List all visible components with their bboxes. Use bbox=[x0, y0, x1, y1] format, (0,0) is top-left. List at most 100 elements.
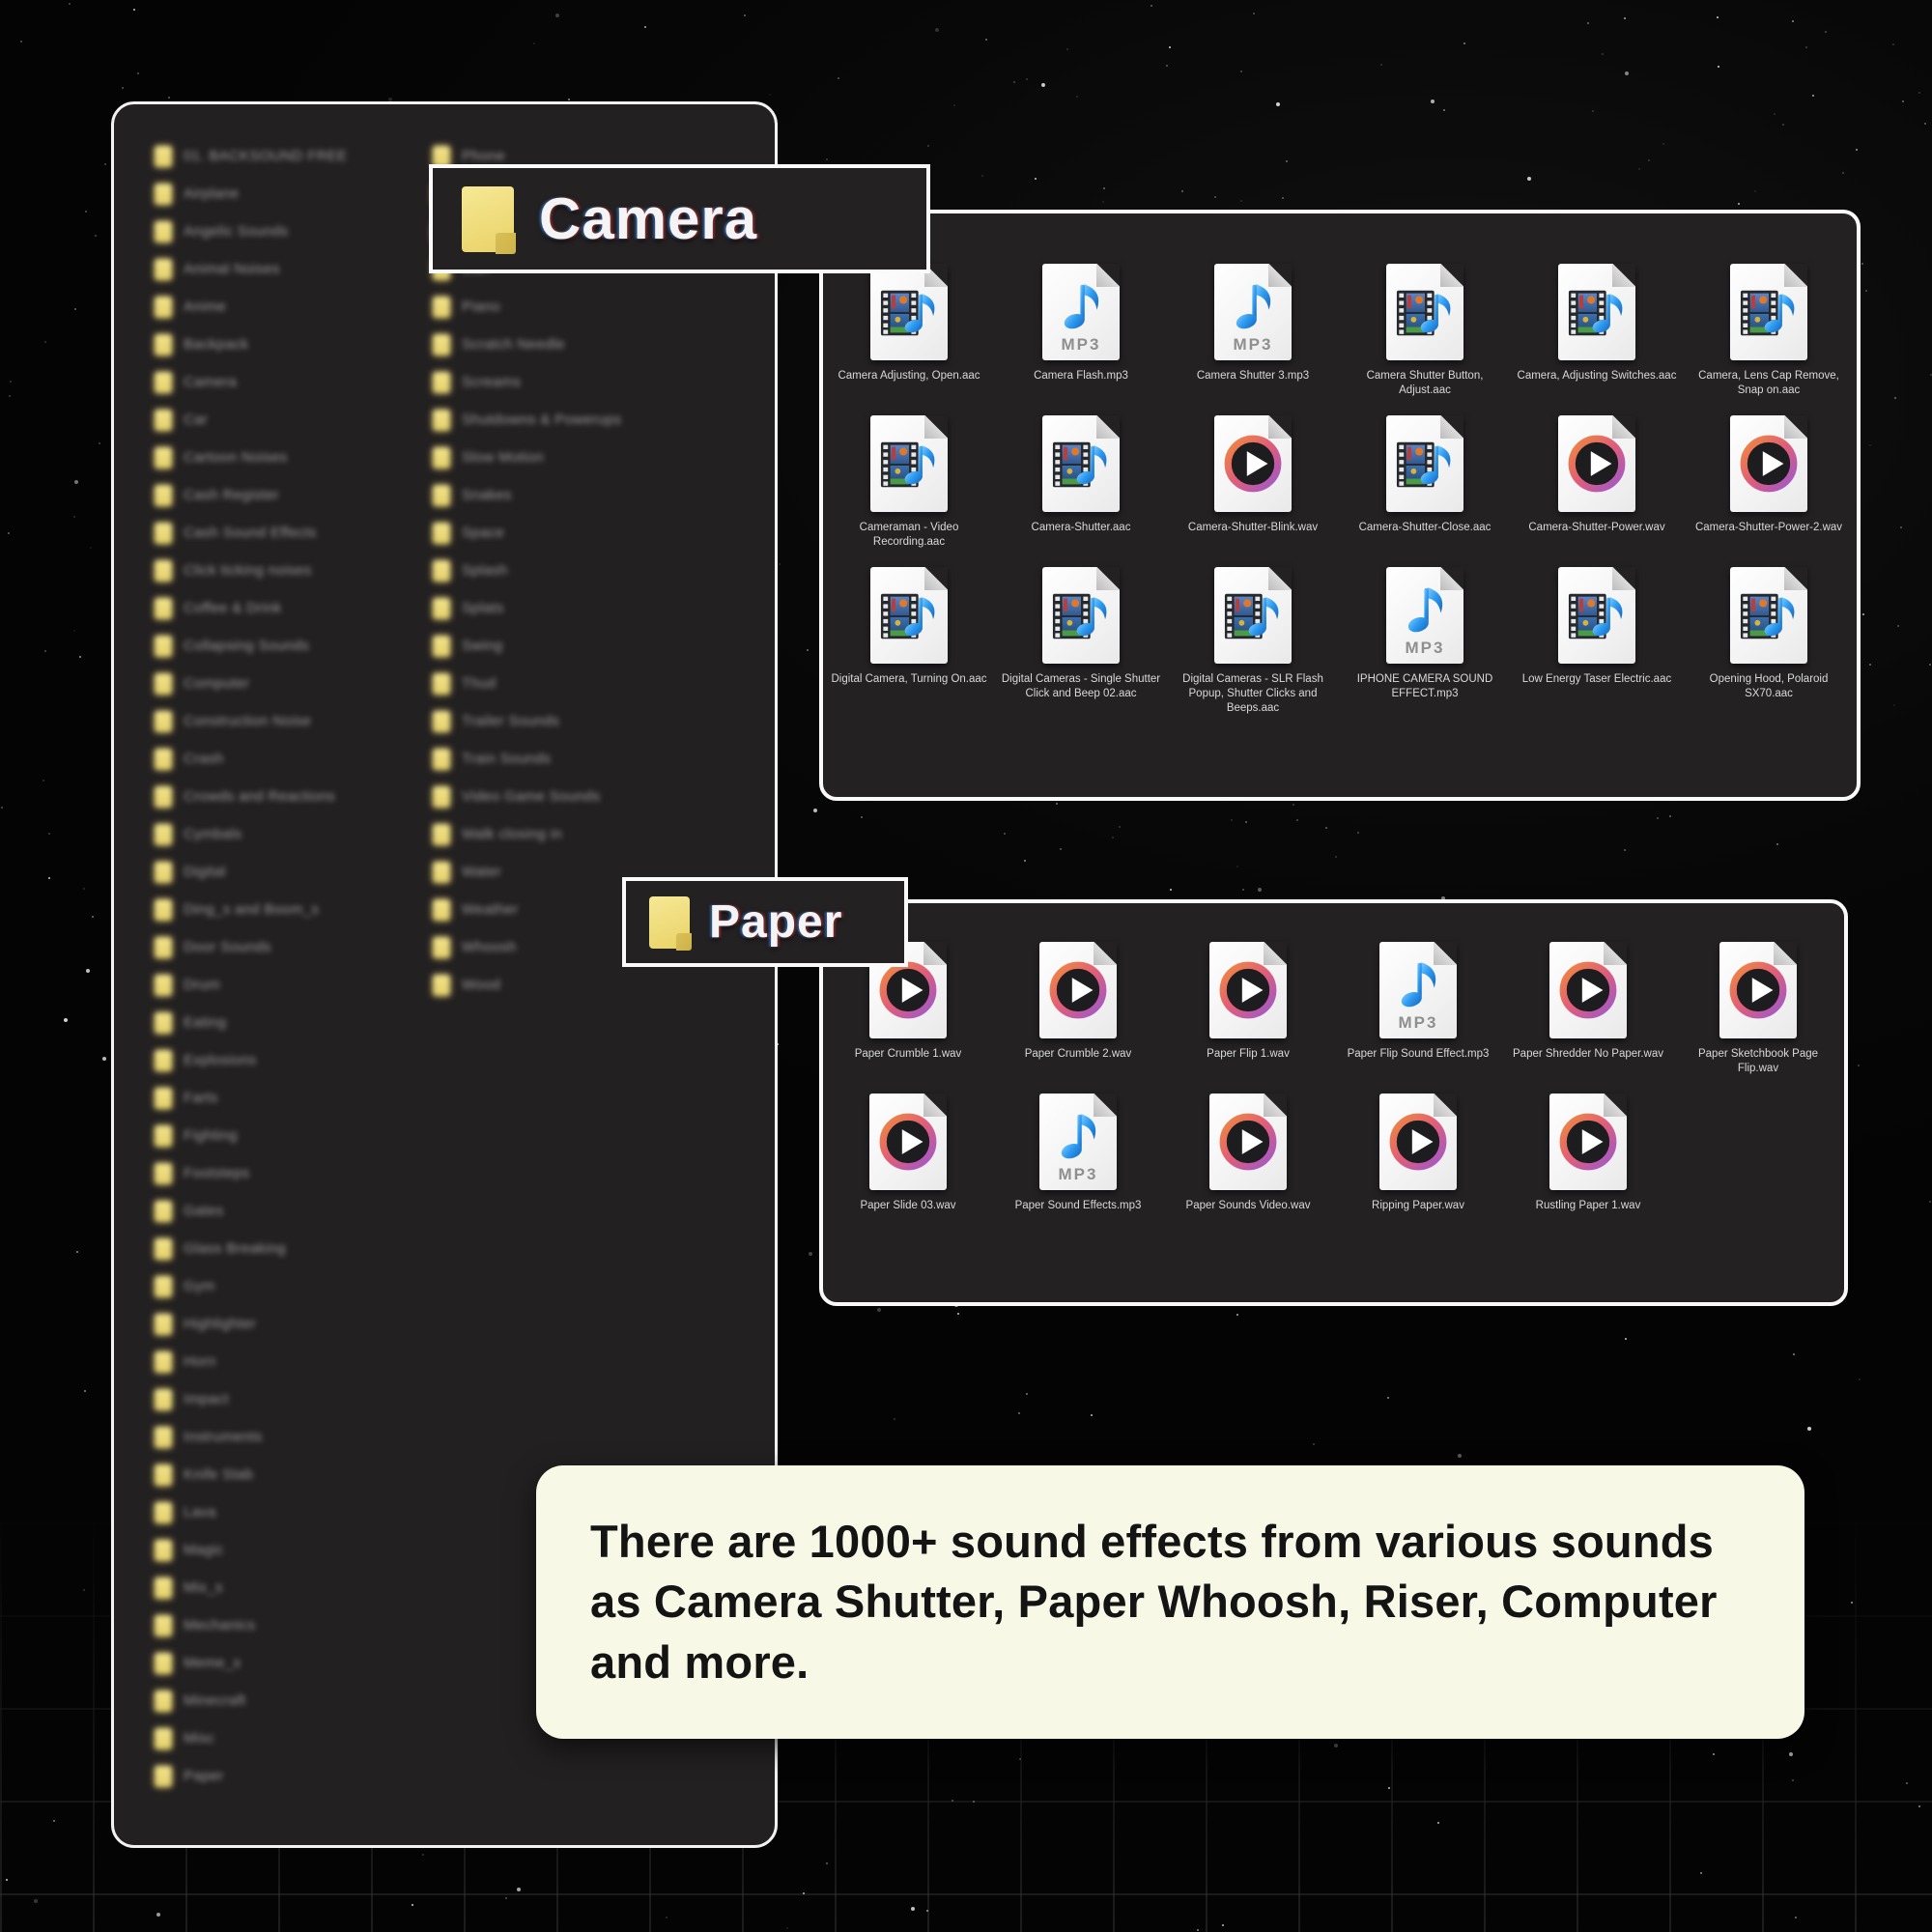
folder-item[interactable]: Digital bbox=[155, 853, 348, 891]
folder-item[interactable]: Car bbox=[155, 401, 348, 439]
folder-item-label: Crash bbox=[184, 751, 224, 767]
file-item[interactable]: Camera-Shutter-Blink.wav bbox=[1167, 415, 1339, 550]
folder-icon bbox=[155, 1540, 172, 1561]
file-item[interactable]: Camera-Shutter-Close.aac bbox=[1339, 415, 1511, 550]
folder-item[interactable]: 01. BACKSOUND FREE bbox=[155, 137, 348, 175]
folder-item[interactable]: Construction Noise bbox=[155, 702, 348, 740]
folder-item[interactable]: Backpack bbox=[155, 326, 348, 363]
file-item[interactable]: Camera, Adjusting Switches.aac bbox=[1511, 264, 1683, 398]
file-item[interactable]: Cameraman - Video Recording.aac bbox=[823, 415, 995, 550]
folder-item[interactable]: Mechanics bbox=[155, 1606, 348, 1644]
folder-item[interactable]: Highlighter bbox=[155, 1305, 348, 1343]
file-item[interactable]: Opening Hood, Polaroid SX70.aac bbox=[1683, 567, 1855, 716]
file-item[interactable]: Ripping Paper.wav bbox=[1333, 1094, 1503, 1213]
folder-item[interactable]: Fighting bbox=[155, 1117, 348, 1154]
folder-item[interactable]: Animal Noises bbox=[155, 250, 348, 288]
file-item[interactable]: MP3 IPHONE CAMERA SOUND EFFECT.mp3 bbox=[1339, 567, 1511, 716]
file-item[interactable]: MP3 Paper Sound Effects.mp3 bbox=[993, 1094, 1163, 1213]
folder-item[interactable]: Space bbox=[433, 514, 621, 552]
folder-item[interactable]: Cymbals bbox=[155, 815, 348, 853]
folder-item[interactable]: Door Sounds bbox=[155, 928, 348, 966]
file-item[interactable]: Paper Shredder No Paper.wav bbox=[1503, 942, 1673, 1076]
folder-item[interactable]: Ding_s and Boom_s bbox=[155, 891, 348, 928]
folder-item[interactable]: Paper bbox=[155, 1757, 348, 1795]
folder-item[interactable]: Knife Stab bbox=[155, 1456, 348, 1493]
folder-item[interactable]: Angelic Sounds bbox=[155, 213, 348, 250]
file-page-icon: MP3 bbox=[1386, 567, 1463, 664]
folder-item[interactable]: Walk closing in bbox=[433, 815, 621, 853]
folder-item[interactable]: Gym bbox=[155, 1267, 348, 1305]
file-item[interactable]: Camera-Shutter-Power.wav bbox=[1511, 415, 1683, 550]
file-item[interactable]: Digital Camera, Turning On.aac bbox=[823, 567, 995, 716]
folder-item[interactable]: Swing bbox=[433, 627, 621, 665]
folder-item[interactable]: Computer bbox=[155, 665, 348, 702]
folder-item[interactable]: Scratch Needle bbox=[433, 326, 621, 363]
folder-item[interactable]: Lava bbox=[155, 1493, 348, 1531]
file-item[interactable]: Paper Slide 03.wav bbox=[823, 1094, 993, 1213]
folder-item[interactable]: Misc bbox=[155, 1719, 348, 1757]
folder-item[interactable]: Weather bbox=[433, 891, 621, 928]
folder-icon bbox=[155, 1389, 172, 1410]
file-item[interactable]: Paper Flip 1.wav bbox=[1163, 942, 1333, 1076]
folder-item[interactable]: Mix_s bbox=[155, 1569, 348, 1606]
folder-item[interactable]: Eating bbox=[155, 1004, 348, 1041]
folder-item[interactable]: Cartoon Noises bbox=[155, 439, 348, 476]
folder-item[interactable]: Camera bbox=[155, 363, 348, 401]
file-item[interactable]: MP3 Camera Shutter 3.mp3 bbox=[1167, 264, 1339, 398]
file-item[interactable]: Camera Adjusting, Open.aac bbox=[823, 264, 995, 398]
folder-item[interactable]: Cash Register bbox=[155, 476, 348, 514]
file-item[interactable]: Camera-Shutter-Power-2.wav bbox=[1683, 415, 1855, 550]
folder-item[interactable]: Instruments bbox=[155, 1418, 348, 1456]
folder-item[interactable]: Explosions bbox=[155, 1041, 348, 1079]
folder-item[interactable]: Slow Motion bbox=[433, 439, 621, 476]
folder-item[interactable]: Video Game Sounds bbox=[433, 778, 621, 815]
file-item[interactable]: Low Energy Taser Electric.aac bbox=[1511, 567, 1683, 716]
file-item[interactable]: MP3 Paper Flip Sound Effect.mp3 bbox=[1333, 942, 1503, 1076]
folder-item-label: Horn bbox=[184, 1353, 216, 1370]
folder-item[interactable]: Screams bbox=[433, 363, 621, 401]
file-item[interactable]: Camera, Lens Cap Remove, Snap on.aac bbox=[1683, 264, 1855, 398]
folder-item[interactable]: Trailer Sounds bbox=[433, 702, 621, 740]
folder-item[interactable]: Snakes bbox=[433, 476, 621, 514]
folder-icon bbox=[155, 598, 172, 619]
folder-item[interactable]: Water bbox=[433, 853, 621, 891]
folder-item[interactable]: Magic bbox=[155, 1531, 348, 1569]
file-item[interactable]: Rustling Paper 1.wav bbox=[1503, 1094, 1673, 1213]
folder-item[interactable]: Horn bbox=[155, 1343, 348, 1380]
folder-item[interactable]: Click ticking noises bbox=[155, 552, 348, 589]
file-item[interactable]: Digital Cameras - SLR Flash Popup, Shutt… bbox=[1167, 567, 1339, 716]
folder-item[interactable]: Splats bbox=[433, 589, 621, 627]
folder-item[interactable]: Glass Breaking bbox=[155, 1230, 348, 1267]
folder-item[interactable]: Impact bbox=[155, 1380, 348, 1418]
folder-item[interactable]: Airplane bbox=[155, 175, 348, 213]
file-item[interactable]: MP3 Camera Flash.mp3 bbox=[995, 264, 1167, 398]
folder-item[interactable]: Drum bbox=[155, 966, 348, 1004]
folder-item-label: Cash Sound Effects bbox=[184, 525, 317, 541]
file-item[interactable]: Paper Sounds Video.wav bbox=[1163, 1094, 1333, 1213]
folder-item[interactable]: Piano bbox=[433, 288, 621, 326]
folder-item[interactable]: Train Sounds bbox=[433, 740, 621, 778]
folder-item[interactable]: Crowds and Reactions bbox=[155, 778, 348, 815]
folder-item[interactable]: Gates bbox=[155, 1192, 348, 1230]
file-item[interactable]: Paper Crumble 2.wav bbox=[993, 942, 1163, 1076]
folder-item[interactable]: Whoosh bbox=[433, 928, 621, 966]
file-item[interactable]: Camera-Shutter.aac bbox=[995, 415, 1167, 550]
folder-item[interactable]: Wood bbox=[433, 966, 621, 1004]
file-item[interactable]: Digital Cameras - Single Shutter Click a… bbox=[995, 567, 1167, 716]
file-item[interactable]: Camera Shutter Button, Adjust.aac bbox=[1339, 264, 1511, 398]
folder-item[interactable]: Splash bbox=[433, 552, 621, 589]
folder-item[interactable]: Anime bbox=[155, 288, 348, 326]
file-name: Paper Flip Sound Effect.mp3 bbox=[1348, 1047, 1490, 1062]
folder-item[interactable]: Shutdowns & Powerups bbox=[433, 401, 621, 439]
folder-item[interactable]: Meme_s bbox=[155, 1644, 348, 1682]
folder-item[interactable]: Farts bbox=[155, 1079, 348, 1117]
folder-item[interactable]: Minecraft bbox=[155, 1682, 348, 1719]
file-item[interactable]: Paper Sketchbook Page Flip.wav bbox=[1673, 942, 1843, 1076]
folder-icon bbox=[155, 1125, 172, 1147]
folder-item[interactable]: Cash Sound Effects bbox=[155, 514, 348, 552]
folder-item[interactable]: Collapsing Sounds bbox=[155, 627, 348, 665]
folder-item[interactable]: Thud bbox=[433, 665, 621, 702]
folder-item[interactable]: Crash bbox=[155, 740, 348, 778]
folder-item[interactable]: Footsteps bbox=[155, 1154, 348, 1192]
folder-item[interactable]: Coffee & Drink bbox=[155, 589, 348, 627]
